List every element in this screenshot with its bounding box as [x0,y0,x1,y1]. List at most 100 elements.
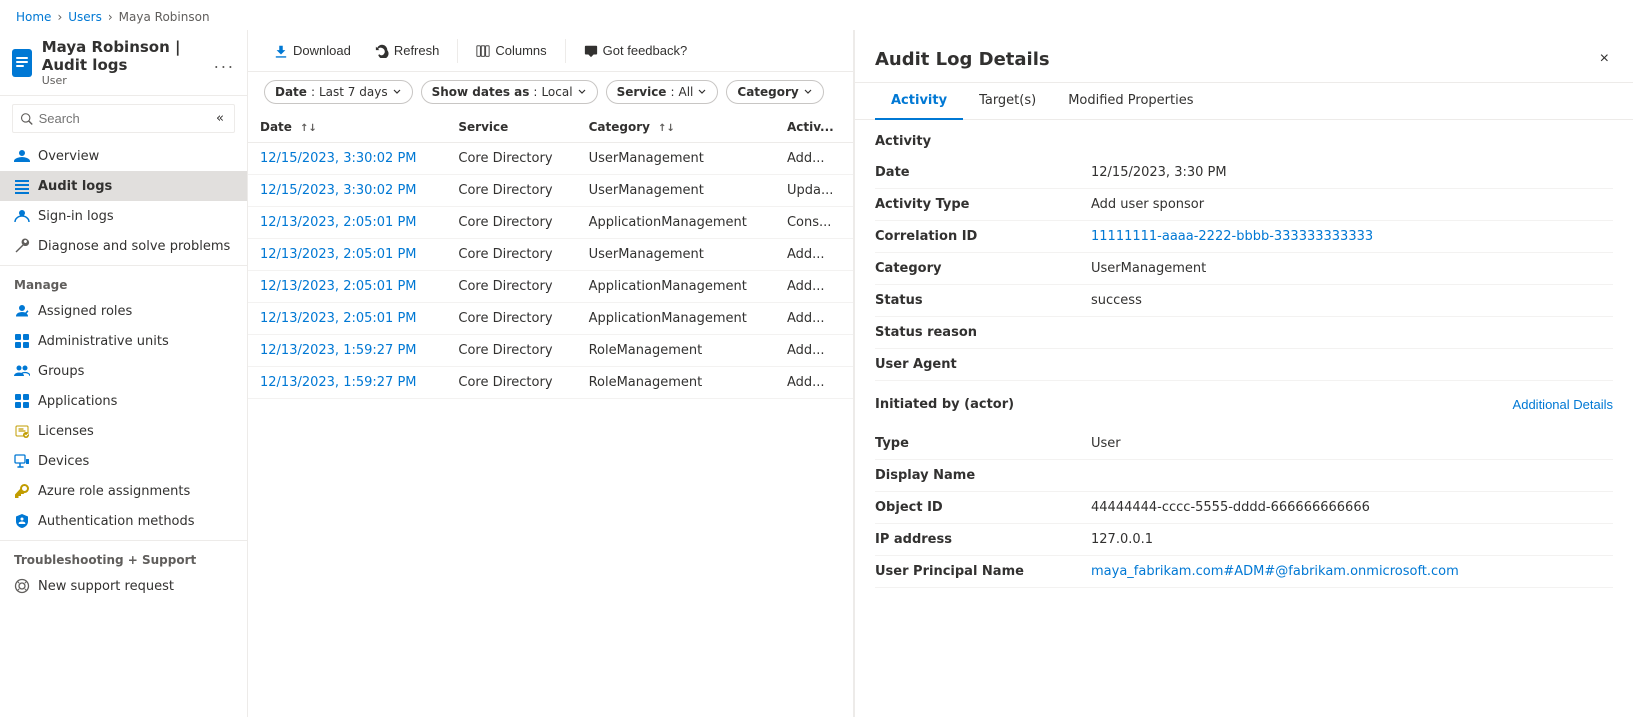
sidebar-item-label: Audit logs [38,179,112,194]
sidebar: Maya Robinson | Audit logs User ... « Ov… [0,30,248,717]
sidebar-item-label: Authentication methods [38,514,195,529]
page-title: Maya Robinson | Audit logs [42,38,204,74]
sidebar-item-label: Devices [38,454,89,469]
refresh-button[interactable]: Refresh [365,38,450,63]
detail-row-correlation-id: Correlation ID 11111111-aaaa-2222-bbbb-3… [875,221,1613,253]
breadcrumb-current: Maya Robinson [119,10,210,24]
sidebar-item-auth-methods[interactable]: Authentication methods [0,506,247,536]
columns-button[interactable]: Columns [466,38,556,63]
audit-log-details-panel: Audit Log Details × Activity Target(s) M… [853,30,1633,717]
sidebar-item-devices[interactable]: Devices [0,446,247,476]
feedback-button[interactable]: Got feedback? [574,38,698,63]
sidebar-item-label: Diagnose and solve problems [38,239,230,254]
actor-detail-object-id: Object ID 44444444-cccc-5555-dddd-666666… [875,492,1613,524]
detail-row-date: Date 12/15/2023, 3:30 PM [875,157,1613,189]
close-button[interactable]: × [1596,46,1613,72]
sidebar-item-audit-logs[interactable]: Audit logs [0,171,247,201]
download-button[interactable]: Download [264,38,361,63]
col-date[interactable]: Date ↑↓ [248,112,446,143]
admin-icon [14,333,30,349]
toolbar-separator [457,39,458,63]
search-icon [21,112,33,126]
tab-activity[interactable]: Activity [875,83,963,120]
sidebar-item-support-request[interactable]: New support request [0,571,247,601]
filter-show-dates-as[interactable]: Show dates as : Local [421,80,598,104]
sidebar-item-label: Overview [38,149,99,164]
sidebar-item-overview[interactable]: Overview [0,141,247,171]
sidebar-item-azure-roles[interactable]: Azure role assignments [0,476,247,506]
tab-modified-properties[interactable]: Modified Properties [1052,83,1209,120]
sidebar-header: Maya Robinson | Audit logs User ... [0,30,247,96]
filter-service[interactable]: Service : All [606,80,719,104]
search-bar: « [12,104,235,133]
filter-date[interactable]: Date : Last 7 days [264,80,413,104]
table-row[interactable]: 12/13/2023, 2:05:01 PM Core Directory Ap… [248,271,853,303]
devices-icon [14,453,30,469]
wrench-icon [14,238,30,254]
sidebar-item-label: Applications [38,394,117,409]
breadcrumb-users[interactable]: Users [68,10,102,24]
table-row[interactable]: 12/13/2023, 1:59:27 PM Core Directory Ro… [248,367,853,399]
sidebar-item-assigned-roles[interactable]: Assigned roles [0,296,247,326]
troubleshooting-section-label: Troubleshooting + Support [0,540,247,571]
detail-row-activity-type: Activity Type Add user sponsor [875,189,1613,221]
licenses-icon [14,423,30,439]
refresh-icon [375,44,389,58]
content-area: Download Refresh Columns Got feedback? D… [248,30,853,717]
actor-detail-type: Type User [875,428,1613,460]
table-header-row: Date ↑↓ Service Category ↑↓ Activ... [248,112,853,143]
panel-tabs: Activity Target(s) Modified Properties [855,83,1633,120]
col-category[interactable]: Category ↑↓ [577,112,775,143]
activity-section-title: Activity [875,120,1613,157]
sidebar-item-applications[interactable]: Applications [0,386,247,416]
table-row[interactable]: 12/15/2023, 3:30:02 PM Core Directory Us… [248,175,853,207]
sidebar-icon-box [12,49,32,77]
sidebar-item-label: Azure role assignments [38,484,190,499]
groups-icon [14,363,30,379]
sidebar-item-label: New support request [38,579,174,594]
col-activity[interactable]: Activ... [775,112,853,143]
list-icon [14,178,30,194]
sidebar-item-label: Assigned roles [38,304,132,319]
tab-targets[interactable]: Target(s) [963,83,1052,120]
panel-title: Audit Log Details [875,49,1050,70]
detail-row-status-reason: Status reason [875,317,1613,349]
sidebar-item-groups[interactable]: Groups [0,356,247,386]
search-input[interactable] [39,111,208,126]
more-options-button[interactable]: ... [214,53,235,72]
actor-detail-upn: User Principal Name maya_fabrikam.com#AD… [875,556,1613,588]
detail-row-user-agent: User Agent [875,349,1613,381]
sidebar-item-admin-units[interactable]: Administrative units [0,326,247,356]
detail-row-category: Category UserManagement [875,253,1613,285]
sidebar-item-label: Licenses [38,424,94,439]
sidebar-item-label: Sign-in logs [38,209,114,224]
audit-logs-table: Date ↑↓ Service Category ↑↓ Activ... [248,112,853,717]
feedback-icon [584,44,598,58]
filter-category[interactable]: Category [726,80,823,104]
sidebar-item-label: Groups [38,364,84,379]
table-row[interactable]: 12/13/2023, 1:59:27 PM Core Directory Ro… [248,335,853,367]
support-icon [14,578,30,594]
table-row[interactable]: 12/13/2023, 2:05:01 PM Core Directory Us… [248,239,853,271]
collapse-button[interactable]: « [214,109,226,128]
table-row[interactable]: 12/15/2023, 3:30:02 PM Core Directory Us… [248,143,853,175]
actor-detail-ip-address: IP address 127.0.0.1 [875,524,1613,556]
additional-details-button[interactable]: Additional Details [1513,389,1613,420]
chevron-down-icon [803,87,813,97]
chevron-down-icon [577,87,587,97]
table-row[interactable]: 12/13/2023, 2:05:01 PM Core Directory Ap… [248,207,853,239]
apps-icon [14,393,30,409]
shield-icon [14,513,30,529]
panel-header: Audit Log Details × [855,30,1633,83]
breadcrumb-home[interactable]: Home [16,10,51,24]
sidebar-item-licenses[interactable]: Licenses [0,416,247,446]
col-service[interactable]: Service [446,112,576,143]
panel-content: Activity Date 12/15/2023, 3:30 PM Activi… [855,120,1633,717]
table-row[interactable]: 12/13/2023, 2:05:01 PM Core Directory Ap… [248,303,853,335]
sidebar-item-diagnose[interactable]: Diagnose and solve problems [0,231,247,261]
sidebar-item-sign-in-logs[interactable]: Sign-in logs [0,201,247,231]
toolbar: Download Refresh Columns Got feedback? [248,30,853,72]
breadcrumb: Home › Users › Maya Robinson [0,0,1633,30]
signin-icon [14,208,30,224]
download-icon [274,44,288,58]
